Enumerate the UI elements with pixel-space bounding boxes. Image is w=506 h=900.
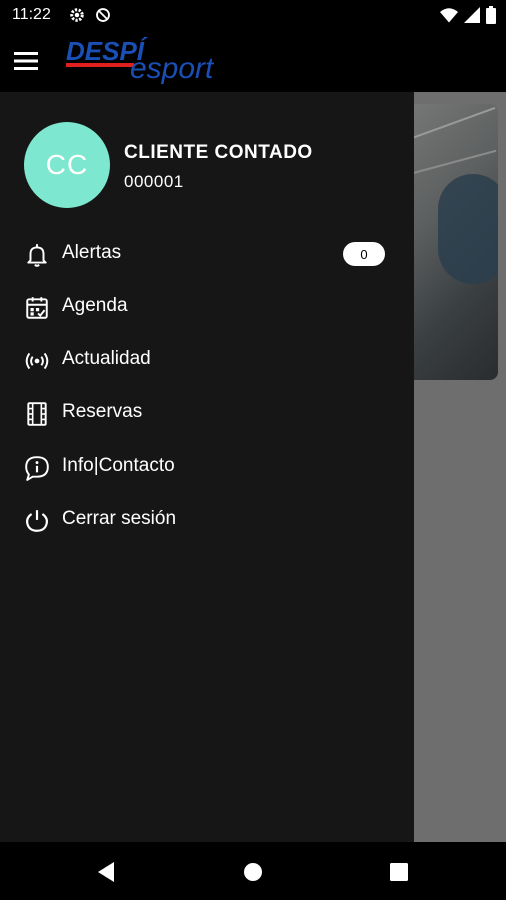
- menu-item-info-contacto[interactable]: Info|Contacto: [0, 442, 414, 492]
- recents-icon: [390, 863, 408, 881]
- avatar-initials: CC: [45, 149, 89, 180]
- user-id: 000001: [124, 172, 184, 191]
- hamburger-icon: [14, 52, 38, 70]
- power-icon: [24, 508, 50, 534]
- menu-item-label: Info|Contacto: [62, 455, 175, 476]
- menu-item-label: Reservas: [62, 401, 143, 422]
- menu-item-reservas[interactable]: Reservas: [0, 388, 414, 438]
- back-icon: [98, 862, 114, 882]
- calendar-icon: [24, 295, 50, 321]
- recents-button[interactable]: [385, 858, 413, 886]
- menu-item-label: Actualidad: [62, 348, 151, 369]
- menu-item-label: Cerrar sesión: [62, 508, 177, 529]
- system-nav-bar: [0, 842, 506, 900]
- broadcast-icon: [24, 348, 50, 374]
- cell-signal-icon: [464, 7, 480, 28]
- menu-item-actualidad[interactable]: Actualidad: [0, 335, 414, 385]
- wifi-icon: [440, 7, 458, 28]
- home-button[interactable]: [239, 858, 267, 886]
- menu-item-alertas[interactable]: Alertas 0: [0, 229, 414, 279]
- hamburger-menu-button[interactable]: [12, 50, 40, 72]
- bell-icon: [24, 242, 50, 268]
- avatar: CC: [24, 122, 110, 208]
- app-logo: DESPÍ esport: [64, 36, 215, 85]
- user-name: CLIENTE CONTADO: [124, 142, 313, 163]
- navigation-drawer: CC CLIENTE CONTADO 000001 Alertas 0 Agen…: [0, 92, 414, 842]
- film-icon: [24, 401, 50, 427]
- menu-item-label: Agenda: [62, 295, 128, 316]
- alert-count-badge: 0: [343, 242, 385, 266]
- menu-item-label: Alertas: [62, 242, 122, 263]
- no-disturb-icon: [94, 6, 112, 29]
- menu-item-agenda[interactable]: Agenda: [0, 282, 414, 332]
- status-time: 11:22: [12, 6, 51, 23]
- status-bar: 11:22: [0, 0, 506, 30]
- battery-icon: [486, 6, 496, 29]
- info-chat-icon: [24, 455, 50, 481]
- home-icon: [244, 863, 262, 881]
- logo-secondary-text: esport: [130, 52, 214, 84]
- menu-item-cerrar-sesion[interactable]: Cerrar sesión: [0, 495, 414, 545]
- app-bar: DESPÍ esport: [0, 30, 506, 92]
- gear-icon: [68, 6, 86, 29]
- back-button[interactable]: [92, 858, 120, 886]
